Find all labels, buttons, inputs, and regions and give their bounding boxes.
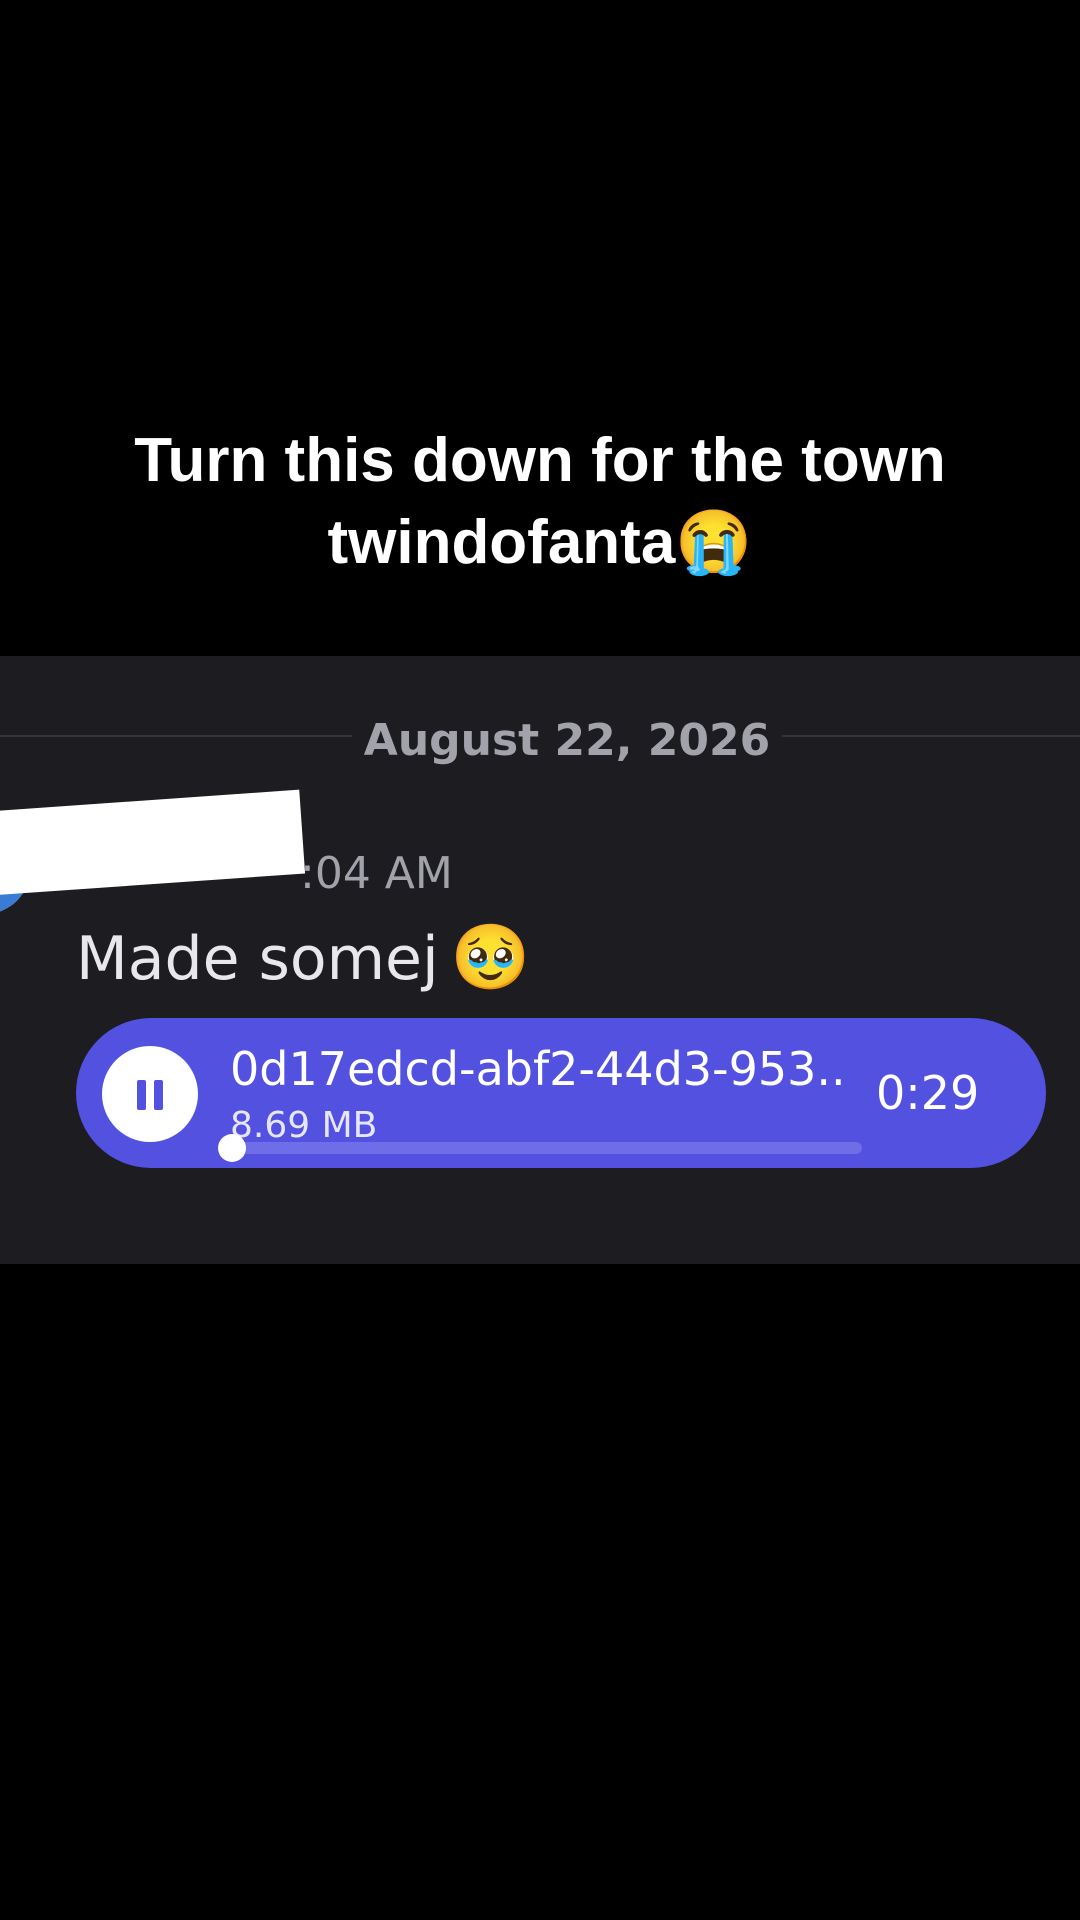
- date-divider-rule-left: [0, 735, 352, 737]
- video-frame: Turn this down for the town twindofanta😭…: [0, 0, 1080, 1920]
- caption-line-1: Turn this down for the town: [134, 426, 946, 495]
- audio-duration: 0:29: [876, 1066, 980, 1120]
- message-timestamp: :04 AM: [300, 848, 453, 899]
- pause-button[interactable]: [102, 1046, 198, 1142]
- caption-line-2: twindofanta😭: [327, 508, 753, 577]
- redaction-box: [0, 789, 306, 896]
- pleading-face-emoji: 🥹: [450, 921, 531, 995]
- video-caption: Turn this down for the town twindofanta😭: [40, 420, 1040, 584]
- pause-icon: [137, 1080, 146, 1110]
- audio-progress-track[interactable]: [218, 1134, 862, 1162]
- audio-progress-thumb[interactable]: [218, 1134, 246, 1162]
- message-body[interactable]: Made somej 🥹: [76, 918, 530, 999]
- audio-attachment[interactable]: 0d17edcd-abf2-44d3-953... 8.69 MB 0:29: [76, 1018, 1046, 1168]
- pause-icon-bar: [154, 1080, 163, 1110]
- date-label: August 22, 2026: [363, 715, 771, 766]
- date-divider-rule-right: [782, 735, 1080, 737]
- chat-screenshot: August 22, 2026 :04 AM Made somej 🥹 0d17e…: [0, 656, 1080, 1264]
- audio-file-name: 0d17edcd-abf2-44d3-953...: [230, 1042, 850, 1096]
- message-text: Made somej: [76, 924, 439, 994]
